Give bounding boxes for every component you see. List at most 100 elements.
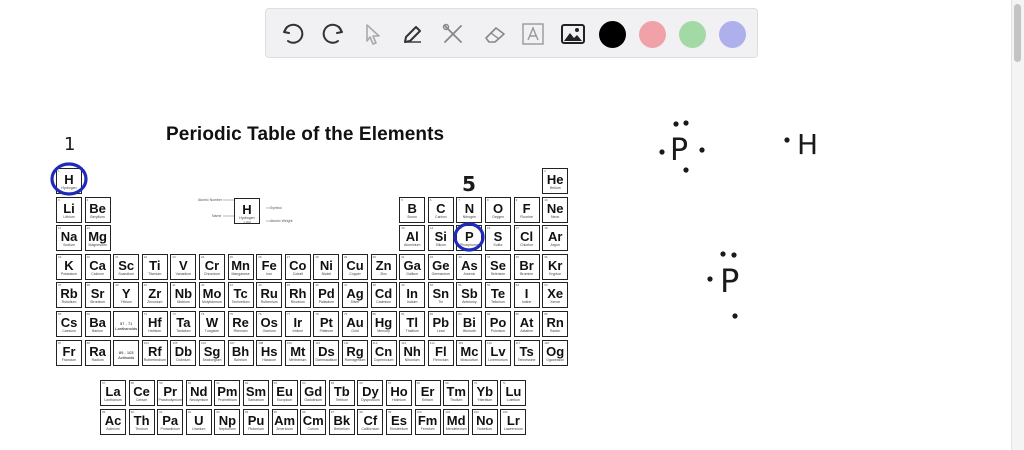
element-name: Potassium xyxy=(60,271,78,276)
element-cell-s: 16 S Sulfur xyxy=(485,225,511,252)
redo-button[interactable] xyxy=(318,19,348,49)
element-cell-og: 118 Og Oganesson xyxy=(542,339,569,366)
element-name: Silver xyxy=(350,300,360,305)
element-cell-ds: 110 Ds Darmstadtium xyxy=(313,339,340,366)
element-cell-in: 49 In Indium xyxy=(399,282,426,309)
element-cell-ar: 18 Ar Argon xyxy=(542,225,569,252)
element-symbol: K xyxy=(64,257,74,273)
color-swatch-lavender[interactable] xyxy=(719,21,746,48)
element-symbol: Ta xyxy=(176,315,191,330)
element-cell-hg: 80 Hg Mercury xyxy=(370,311,397,337)
element-name: Yttrium xyxy=(120,300,132,305)
element-symbol: C xyxy=(436,200,446,216)
element-symbol: Lu xyxy=(505,384,522,399)
element-cell-es: 99 Es Einsteinium xyxy=(386,408,412,435)
element-name: Cobalt xyxy=(292,271,303,276)
element-cell-fm: 100 Fm Fermium xyxy=(414,408,441,435)
color-swatch-black[interactable] xyxy=(599,21,626,48)
element-name: Nobelium xyxy=(477,426,493,431)
ink-dot xyxy=(732,313,738,319)
element-symbol: Cd xyxy=(374,286,393,302)
element-symbol: Mc xyxy=(460,343,479,359)
element-name: Sodium xyxy=(63,243,75,248)
element-symbol: Sr xyxy=(90,286,105,302)
element-name: Caesium xyxy=(62,329,76,333)
element-symbol: Cf xyxy=(363,412,378,428)
element-cell-tb: 65 Tb Terbium xyxy=(328,380,355,406)
element-name: Rubidium xyxy=(61,300,77,305)
element-cell-fl: 114 Fl Flerovium xyxy=(427,339,454,366)
element-cell-bk: 97 Bk Berkelium xyxy=(328,408,355,435)
element-cell-cm: 96 Cm Curium xyxy=(300,408,327,435)
element-symbol: Lv xyxy=(490,343,506,359)
ink-dot xyxy=(673,121,679,127)
element-cell-rh: 45 Rh Rhodium xyxy=(284,282,311,309)
ink-lewis-h: H xyxy=(797,128,818,161)
color-swatch-green[interactable] xyxy=(679,21,706,48)
scrollbar-thumb[interactable] xyxy=(1014,4,1021,62)
pen-tool-button[interactable] xyxy=(398,19,428,49)
element-symbol: N xyxy=(464,200,475,216)
element-symbol: U xyxy=(194,412,204,428)
element-cell-np: 93 Np Neptunium xyxy=(214,408,241,435)
element-symbol: Sm xyxy=(245,384,267,399)
element-symbol: Hs xyxy=(260,343,278,359)
tools-button[interactable] xyxy=(438,19,468,49)
element-symbol: O xyxy=(492,200,504,216)
element-name: Seaborgium xyxy=(202,357,222,362)
element-symbol: Cs xyxy=(60,315,78,330)
element-name: Tungsten xyxy=(204,329,220,333)
image-tool-button[interactable] xyxy=(558,19,588,49)
element-name: Darmstadtium xyxy=(315,357,338,362)
element-name: Bismuth xyxy=(463,329,476,333)
element-cell-rb: 37 Rb Rubidium xyxy=(56,282,82,309)
element-name: Silicon xyxy=(435,243,446,248)
text-tool-button[interactable] xyxy=(518,19,548,49)
element-symbol: Ag xyxy=(346,286,364,302)
color-swatch-pink[interactable] xyxy=(639,21,666,48)
element-name: Praseodymium xyxy=(158,398,182,402)
element-symbol: Nb xyxy=(174,286,193,302)
element-name: Curium xyxy=(307,426,319,431)
element-name: Antimony xyxy=(462,300,477,305)
element-cell-nd: 60 Nd Neodymium xyxy=(185,380,212,406)
element-name: Barium xyxy=(92,329,104,333)
element-name: Aluminium xyxy=(404,243,421,248)
element-name: Zirconium xyxy=(147,300,163,305)
element-cell-cd: 48 Cd Cadmium xyxy=(370,282,397,309)
select-tool-button[interactable] xyxy=(358,19,388,49)
element-symbol: Zr xyxy=(148,286,162,302)
ink-dot xyxy=(707,276,713,282)
element-name: Bromine xyxy=(520,271,534,276)
element-cell-cs: 55 Cs Caesium xyxy=(56,311,82,337)
ink-dot xyxy=(720,251,726,257)
element-symbol: Li xyxy=(63,200,75,216)
element-cell-po: 84 Po Polonium xyxy=(485,311,511,337)
element-symbol: Si xyxy=(434,229,447,245)
element-name: Lutetium xyxy=(506,398,521,402)
element-name: Indium xyxy=(406,300,418,305)
element-name: Flerovium xyxy=(433,357,449,362)
element-cell-v: 23 V Vanadium xyxy=(170,253,197,280)
element-cell-am: 95 Am Americium xyxy=(271,408,298,435)
element-symbol: Co xyxy=(289,257,307,273)
element-name: Argon xyxy=(550,243,560,248)
undo-button[interactable] xyxy=(278,19,308,49)
element-cell-li: 3 Li Lithium xyxy=(56,196,82,223)
element-cell-na: 11 Na Sodium xyxy=(56,225,82,252)
ink-group-1-label: 1 xyxy=(64,134,75,155)
element-name: Protactinium xyxy=(160,426,180,431)
element-symbol: Dy xyxy=(362,384,379,399)
ink-dot xyxy=(683,120,689,126)
element-cell-at: 85 At Astatine xyxy=(513,311,540,337)
element-symbol: Ru xyxy=(260,286,278,302)
eraser-button[interactable] xyxy=(480,19,510,49)
element-cell-bi: 83 Bi Bismuth xyxy=(456,311,483,337)
element-cell-y: 39 Y Yttrium xyxy=(113,282,140,309)
element-symbol: Ts xyxy=(519,343,534,359)
element-cell-kr: 36 Kr Krypton xyxy=(542,253,569,280)
element-symbol: Mo xyxy=(202,286,222,302)
element-name: Copernicium xyxy=(373,357,394,362)
vertical-scrollbar[interactable] xyxy=(1011,0,1024,450)
element-symbol: Rf xyxy=(147,343,162,359)
